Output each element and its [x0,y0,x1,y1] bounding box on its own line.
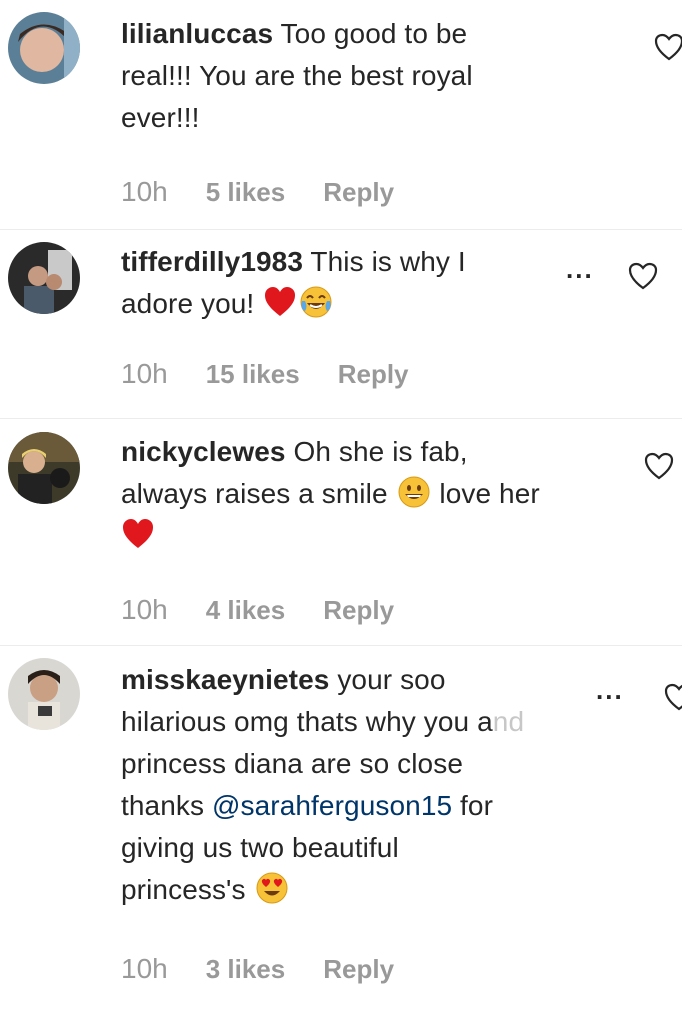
comment-meta: 10h 5 likes Reply [121,176,394,208]
divider [0,418,682,419]
comment-username[interactable]: lilianluccas [121,18,273,49]
comment-body: Too good to be [273,18,468,49]
comment-body: hilarious omg thats why you a [121,706,493,737]
avatar[interactable] [8,12,80,84]
red-heart-icon [263,285,297,319]
user-photo-icon [8,658,80,730]
comment-body: princess diana are so close [121,748,463,779]
comment-time: 10h [121,594,168,625]
comment-time: 10h [121,953,168,984]
reply-button[interactable]: Reply [323,954,394,985]
likes-count-button[interactable]: 15 likes [206,359,300,390]
reply-button[interactable]: Reply [323,177,394,208]
comment-body: real!!! You are the best royal [121,60,473,91]
user-photo-icon [8,432,80,504]
user-photo-icon [8,242,80,314]
comment-body: adore you! [121,288,263,319]
comment-body: your soo [329,664,446,695]
reply-button[interactable]: Reply [323,595,394,626]
comment-text: misskaeynietes your soo hilarious omg th… [121,659,641,911]
comment-body: princess's [121,874,254,905]
comment-username[interactable]: tifferdilly1983 [121,246,303,277]
likes-count-button[interactable]: 5 likes [206,177,286,208]
mention-link[interactable]: @sarahferguson15 [212,790,452,821]
comment-body: for [452,790,494,821]
likes-count-button[interactable]: 4 likes [206,595,286,626]
avatar[interactable] [8,242,80,314]
comment-time: 10h [121,358,168,389]
more-options-button[interactable]: ... [596,675,624,706]
user-photo-icon [8,12,80,84]
grinning-face-icon [397,475,431,509]
comment-meta: 10h 3 likes Reply [121,953,394,985]
more-options-button[interactable]: ... [566,254,594,285]
reply-button[interactable]: Reply [338,359,409,390]
divider [0,645,682,646]
comment-username[interactable]: nickyclewes [121,436,286,467]
red-heart-icon [121,517,155,551]
comment-body: ever!!! [121,102,200,133]
divider [0,229,682,230]
like-heart-icon[interactable] [654,33,682,61]
avatar[interactable] [8,658,80,730]
comment-text: lilianluccas Too good to be real!!! You … [121,13,561,139]
comment-body: always raises a smile [121,478,396,509]
likes-count-button[interactable]: 3 likes [206,954,286,985]
like-heart-icon[interactable] [628,262,658,290]
heart-eyes-icon [255,871,289,905]
like-heart-icon[interactable] [644,452,674,480]
comment-meta: 10h 4 likes Reply [121,594,394,626]
comment-text: tifferdilly1983 This is why I adore you! [121,241,561,325]
comment-username[interactable]: misskaeynietes [121,664,329,695]
comment-meta: 10h 15 likes Reply [121,358,409,390]
comment-time: 10h [121,176,168,207]
comment-body: giving us two beautiful [121,832,399,863]
comment-text: nickyclewes Oh she is fab, always raises… [121,431,621,557]
tears-of-joy-icon [299,285,333,319]
avatar[interactable] [8,432,80,504]
comment-body: love her [431,478,540,509]
like-heart-icon[interactable] [664,683,682,711]
comment-body-faded: nd [492,706,525,737]
comment-body: Oh she is fab, [285,436,468,467]
comment-body: thanks [121,790,212,821]
comment-body: This is why I [303,246,466,277]
